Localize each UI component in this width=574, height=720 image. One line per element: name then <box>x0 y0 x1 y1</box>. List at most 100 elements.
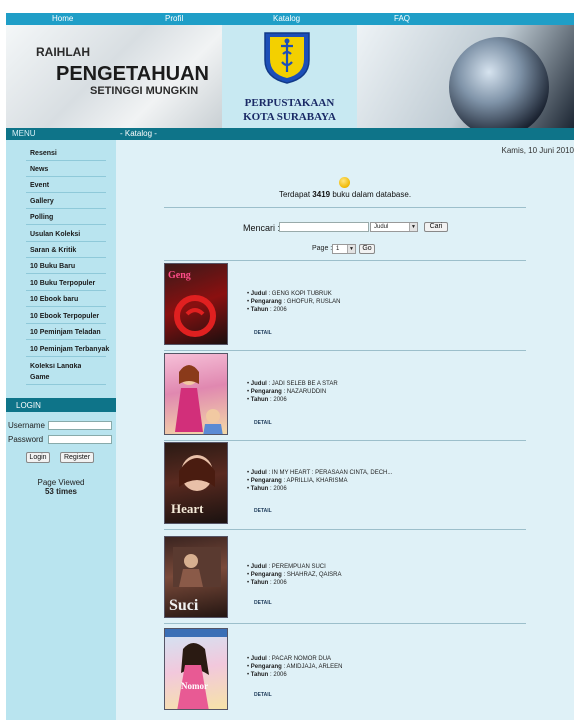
nav-home[interactable]: Home <box>52 14 73 23</box>
detail-link[interactable]: DETAIL <box>254 600 272 606</box>
pengarang-label: Pengarang <box>250 478 282 484</box>
main-content: Kamis, 10 Juni 2010 Terdapat 3419 buku d… <box>116 140 574 720</box>
book-year: 2006 <box>273 486 287 492</box>
sidebar-divider <box>26 192 106 193</box>
book-info: • Judul : JADI SELEB BE A STAR • Pengara… <box>247 380 338 404</box>
book-cover-text: Nomor <box>181 681 208 691</box>
book-item: • Judul : JADI SELEB BE A STAR • Pengara… <box>164 353 526 441</box>
header-banner: RAIHLAH PENGETAHUAN SETINGGI MUNGKIN PER… <box>6 25 574 128</box>
judul-label: Judul <box>250 470 267 476</box>
book-year: 2006 <box>273 672 287 678</box>
sidebar: Resensi News Event Gallery Polling Usula… <box>6 140 116 720</box>
sidebar-item-news[interactable]: News <box>30 166 48 173</box>
book-title-row: • Judul : IN MY HEART : PERASAAN CINTA, … <box>247 470 393 476</box>
sidebar-item-gallery[interactable]: Gallery <box>30 198 54 205</box>
book-year-row: • Tahun : 2006 <box>247 486 287 492</box>
globe-image <box>449 37 549 128</box>
sidebar-item-event[interactable]: Event <box>30 182 49 189</box>
book-info: • Judul : PACAR NOMOR DUA • Pengarang : … <box>247 655 342 679</box>
slogan-panel: RAIHLAH PENGETAHUAN SETINGGI MUNGKIN <box>6 25 222 128</box>
book-year-row: • Tahun : 2006 <box>247 672 287 678</box>
menu-title: MENU <box>12 129 36 138</box>
slogan-line-3: SETINGGI MUNGKIN <box>90 85 199 97</box>
book-title-row: • Judul : PEREMPUAN SUCI <box>247 564 326 570</box>
book-item: Nomor • Judul : PACAR NOMOR DUA • Pengar… <box>164 628 526 716</box>
pengarang-label: Pengarang <box>250 664 282 670</box>
book-year-row: • Tahun : 2006 <box>247 397 287 403</box>
detail-link[interactable]: DETAIL <box>254 692 272 698</box>
sidebar-item-10-ebook-terpopuler[interactable]: 10 Ebook Terpopuler <box>30 313 99 320</box>
search-label: Mencari : <box>243 223 281 233</box>
count-suffix: buku dalam database. <box>330 190 412 199</box>
cover-art <box>175 365 223 434</box>
book-year: 2006 <box>273 580 287 586</box>
book-title: JADI SELEB BE A STAR <box>271 381 338 387</box>
register-button[interactable]: Register <box>60 452 94 463</box>
book-cover-text: Suci <box>169 597 199 614</box>
detail-link[interactable]: DETAIL <box>254 508 272 514</box>
book-cover[interactable]: Suci <box>164 536 228 618</box>
book-count-value: 3419 <box>312 190 331 199</box>
pengarang-label: Pengarang <box>250 572 282 578</box>
page-select-value: 1 <box>336 246 340 252</box>
login-button[interactable]: Login <box>26 452 50 463</box>
tahun-label: Tahun <box>250 486 269 492</box>
cover-art <box>165 629 227 709</box>
book-cover[interactable]: Nomor <box>164 628 228 710</box>
sidebar-item-saran-kritik[interactable]: Saran & Kritik <box>30 247 76 254</box>
divider <box>164 623 526 624</box>
detail-link[interactable]: DETAIL <box>254 420 272 426</box>
pengarang-label: Pengarang <box>250 299 282 305</box>
sidebar-divider <box>26 384 106 385</box>
book-info: • Judul : IN MY HEART : PERASAAN CINTA, … <box>247 469 392 493</box>
sidebar-divider <box>26 176 106 177</box>
sidebar-item-10-ebook-baru[interactable]: 10 Ebook baru <box>30 296 78 303</box>
menu-bar: MENU - Katalog - <box>6 128 574 140</box>
page-select[interactable]: 1 ▼ <box>332 244 356 254</box>
page-viewed-count: 53 times <box>44 487 78 496</box>
sidebar-item-resensi[interactable]: Resensi <box>30 150 57 157</box>
nav-katalog[interactable]: Katalog <box>273 14 300 23</box>
library-name-line-1: PERPUSTAKAAN <box>244 97 335 109</box>
go-button[interactable]: Go <box>359 244 375 254</box>
divider <box>164 440 526 441</box>
search-input[interactable] <box>279 222 369 232</box>
sidebar-item-usulan-koleksi[interactable]: Usulan Koleksi <box>30 231 80 238</box>
page-viewed-label: Page Viewed <box>37 478 85 487</box>
username-field[interactable] <box>48 421 112 430</box>
password-field[interactable] <box>48 435 112 444</box>
sidebar-item-10-peminjam-terbanyak[interactable]: 10 Peminjam Terbanyak <box>30 346 109 353</box>
city-emblem-icon <box>264 32 310 84</box>
pengarang-label: Pengarang <box>250 389 282 395</box>
tahun-label: Tahun <box>250 307 269 313</box>
search-button[interactable]: Cari <box>424 222 448 232</box>
slogan-line-2: PENGETAHUAN <box>56 63 209 85</box>
chevron-down-icon: ▼ <box>347 245 355 253</box>
book-title-row: • Judul : GENG KOPI TUBRUK <box>247 291 332 297</box>
search-field-select[interactable]: Judul ▼ <box>370 222 418 232</box>
sidebar-item-10-buku-terpopuler[interactable]: 10 Buku Terpopuler <box>30 280 95 287</box>
detail-link[interactable]: DETAIL <box>254 330 272 336</box>
sidebar-item-10-buku-baru[interactable]: 10 Buku Baru <box>30 263 75 270</box>
page-label: Page : <box>312 245 333 252</box>
book-author: GHOFUR, RUSLAN <box>286 299 341 305</box>
book-author-row: • Pengarang : NAZARUDDIN <box>247 389 327 395</box>
sidebar-item-polling[interactable]: Polling <box>30 214 53 221</box>
book-year-row: • Tahun : 2006 <box>247 580 287 586</box>
book-item: Heart • Judul : IN MY HEART : PERASAAN C… <box>164 442 526 530</box>
cover-art <box>174 295 216 337</box>
book-cover[interactable] <box>164 353 228 435</box>
sidebar-item-10-peminjam-teladan[interactable]: 10 Peminjam Teladan <box>30 329 101 336</box>
book-title: PACAR NOMOR DUA <box>271 656 332 662</box>
sidebar-divider <box>26 208 106 209</box>
book-cover[interactable]: Heart <box>164 442 228 524</box>
book-title-row: • Judul : PACAR NOMOR DUA <box>247 656 332 662</box>
sidebar-item-game[interactable]: Game <box>30 374 49 381</box>
divider <box>164 529 526 530</box>
sidebar-item-koleksi-langka[interactable]: Koleksi Langka <box>30 363 81 368</box>
book-item: Geng • Judul : GENG KOPI TUBRUK • Pengar… <box>164 263 526 351</box>
nav-faq[interactable]: FAQ <box>394 14 410 23</box>
book-cover[interactable]: Geng <box>164 263 228 345</box>
nav-profil[interactable]: Profil <box>165 14 183 23</box>
sidebar-divider <box>26 290 106 291</box>
